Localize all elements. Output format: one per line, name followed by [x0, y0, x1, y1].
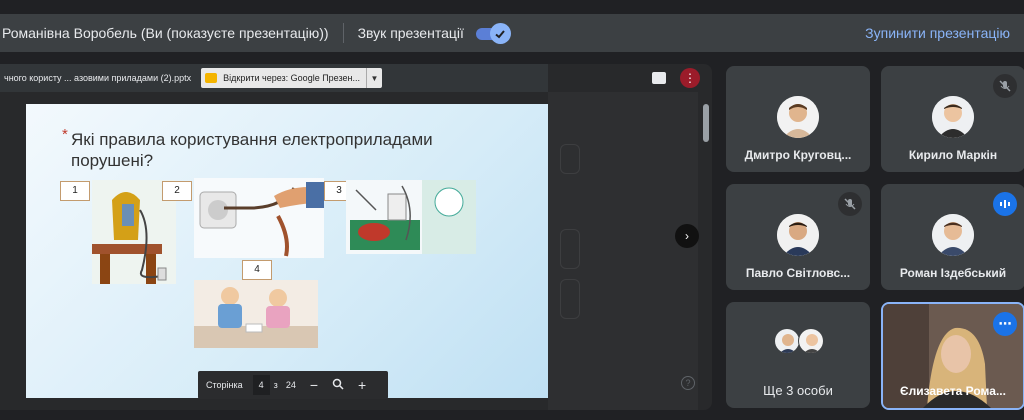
- background-element: [560, 144, 580, 174]
- avatar: [932, 214, 974, 256]
- page-of-label: з: [273, 380, 278, 390]
- page-label: Сторінка: [206, 380, 243, 390]
- presenter-status: Романівна Воробель (Ви (показуєте презен…: [2, 25, 329, 41]
- page-navigator: Сторінка 4 з 24 − +: [198, 371, 388, 399]
- presentation-topbar: Романівна Воробель (Ви (показуєте презен…: [0, 14, 1024, 52]
- mic-off-icon: [838, 192, 862, 216]
- participant-name: Кирило Маркін: [908, 148, 998, 162]
- picture-socket: [194, 178, 324, 258]
- participant-tile[interactable]: Павло Світловс...: [726, 184, 870, 290]
- scrollbar-thumb[interactable]: [703, 104, 709, 142]
- page-total: 24: [285, 380, 296, 390]
- zoom-in-icon[interactable]: +: [358, 377, 366, 393]
- participant-tile-active[interactable]: ⋯ Єлизавета Рома...: [881, 302, 1024, 410]
- asterisk-icon: *: [62, 126, 68, 143]
- more-options-icon[interactable]: ⋯: [993, 312, 1017, 336]
- print-icon[interactable]: [652, 72, 666, 84]
- picture-number: 4: [242, 260, 272, 280]
- picture-appliances: [346, 180, 476, 254]
- participant-name: Дмитро Круговц...: [744, 148, 852, 162]
- picture-children: [194, 280, 318, 348]
- background-element: [560, 279, 580, 319]
- participant-tile[interactable]: Кирило Маркін: [881, 66, 1024, 172]
- picture-number: 1: [60, 181, 90, 201]
- participant-tile[interactable]: Роман Іздебський: [881, 184, 1024, 290]
- avatar: [932, 96, 974, 138]
- viewer-actions: ⋮: [548, 64, 712, 92]
- file-viewer-toolbar: чного користу ... азовими приладами (2).…: [0, 64, 548, 92]
- background-element: [560, 229, 580, 269]
- open-with-label: Відкрити через: Google Презен...: [223, 73, 360, 83]
- zoom-icon[interactable]: [332, 378, 344, 392]
- stop-presentation-button[interactable]: Зупинити презентацію: [865, 25, 1010, 41]
- more-participants-label: Ще 3 особи: [763, 383, 833, 398]
- divider: [342, 23, 344, 43]
- avatar: [777, 96, 819, 138]
- presentation-stage: чного користу ... азовими приладами (2).…: [0, 64, 712, 410]
- zoom-out-icon[interactable]: −: [310, 377, 318, 393]
- mic-off-icon: [993, 74, 1017, 98]
- next-slide-icon[interactable]: ›: [675, 224, 699, 248]
- speaking-indicator-icon: [993, 192, 1017, 216]
- presentation-sound-label: Звук презентації: [357, 25, 464, 41]
- avatar: [774, 328, 800, 354]
- more-participants-tile[interactable]: Ще 3 особи: [726, 302, 870, 408]
- participant-name: Єлизавета Рома...: [900, 384, 1006, 398]
- file-name: чного користу ... азовими приладами (2).…: [4, 73, 192, 83]
- more-options-icon[interactable]: ⋮: [680, 68, 700, 88]
- slide-question: Які правила користування електроприладам…: [71, 130, 433, 170]
- check-icon: [489, 23, 511, 44]
- picture-number: 2: [162, 181, 192, 201]
- participant-name: Роман Іздебський: [899, 266, 1007, 280]
- google-slides-icon: [205, 73, 218, 83]
- help-icon[interactable]: ?: [681, 376, 695, 390]
- open-with-button[interactable]: Відкрити через: Google Презен... ▼: [201, 68, 382, 88]
- participant-name: Павло Світловс...: [745, 266, 851, 280]
- chevron-down-icon[interactable]: ▼: [366, 68, 382, 88]
- page-number-input[interactable]: 4: [252, 375, 270, 395]
- avatar: [798, 328, 824, 354]
- presentation-sound-toggle[interactable]: [475, 23, 511, 44]
- slide: * Які правила користування електроприлад…: [26, 104, 548, 398]
- participant-tile[interactable]: Дмитро Круговц...: [726, 66, 870, 172]
- avatar: [777, 214, 819, 256]
